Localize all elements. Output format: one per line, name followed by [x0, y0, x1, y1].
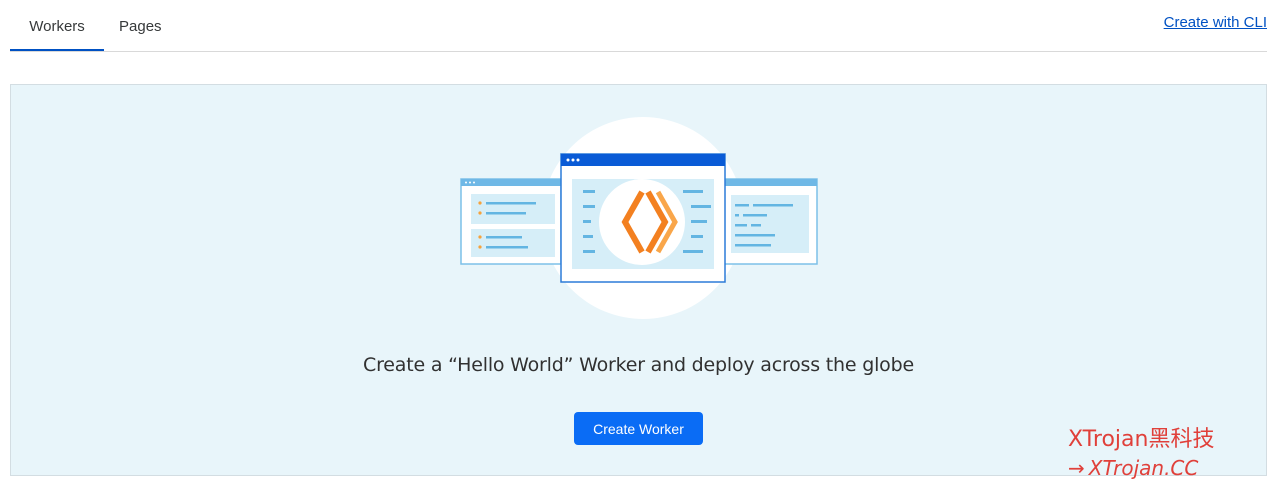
create-with-cli-link[interactable]: Create with CLI — [1164, 14, 1267, 31]
right-window-illustration — [720, 178, 818, 265]
tab-bar: Workers Pages Create with CLI — [10, 0, 1267, 52]
tab-workers[interactable]: Workers — [10, 0, 104, 51]
create-worker-button[interactable]: Create Worker — [574, 412, 703, 445]
watermark-subtitle-row: → XTrojan.CC — [1068, 455, 1214, 481]
watermark-subtitle: XTrojan.CC — [1088, 456, 1199, 480]
empty-state-headline: Create a “Hello World” Worker and deploy… — [363, 354, 914, 376]
code-brackets-icon — [599, 179, 685, 265]
watermark: XTrojan黑科技 → XTrojan.CC — [1068, 427, 1214, 481]
workers-illustration — [460, 117, 818, 319]
watermark-title: XTrojan黑科技 — [1068, 427, 1215, 452]
empty-state-panel: Create a “Hello World” Worker and deploy… — [10, 84, 1267, 476]
left-window-illustration — [460, 178, 562, 265]
arrow-icon: → — [1068, 456, 1085, 480]
tab-pages[interactable]: Pages — [119, 0, 162, 51]
